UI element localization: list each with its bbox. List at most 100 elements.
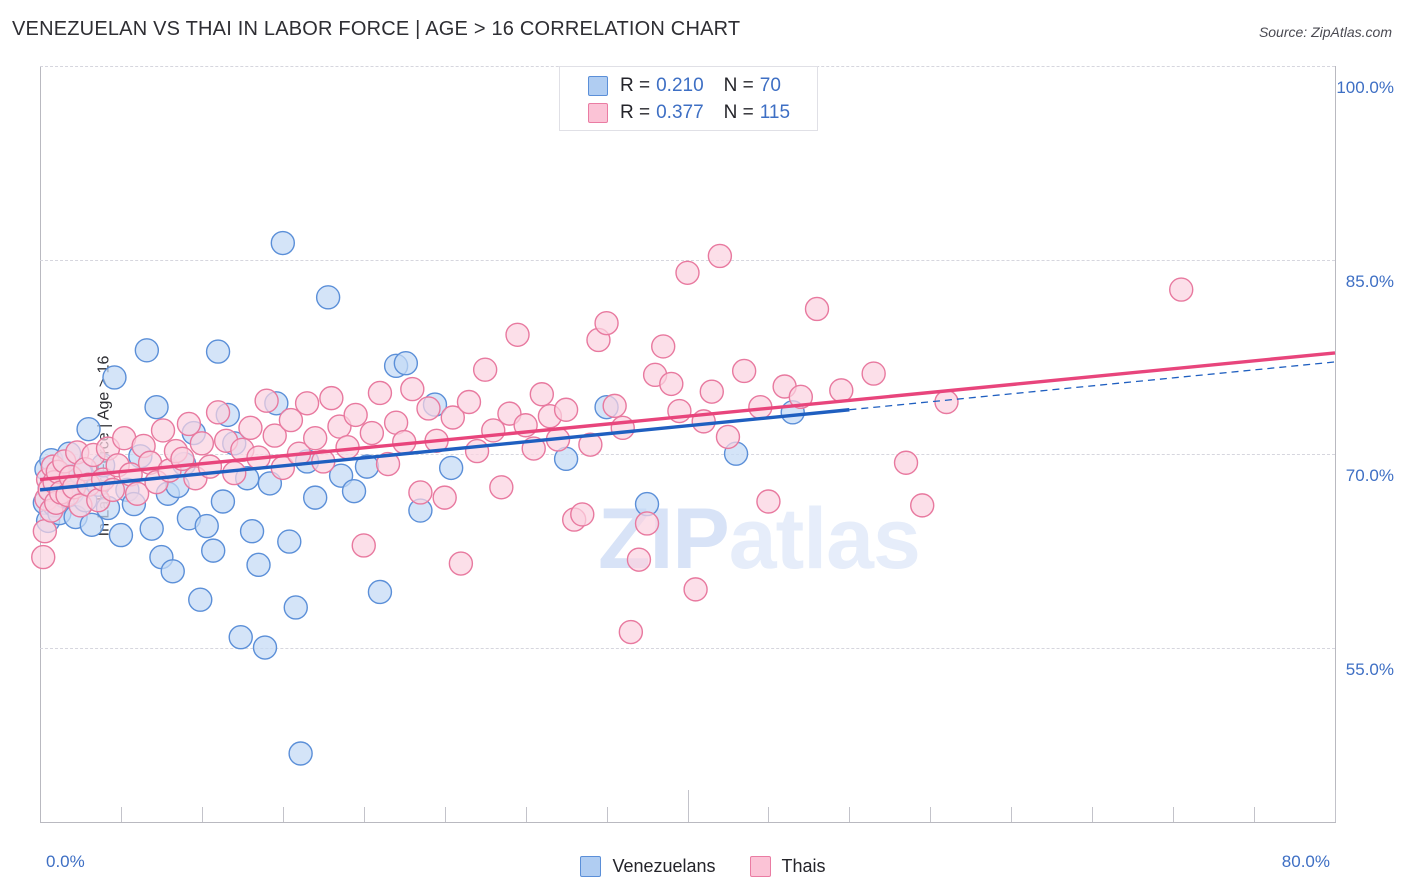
data-point: [283, 595, 308, 620]
x-axis-min-label: 0.0%: [46, 852, 85, 871]
data-point: [319, 385, 344, 411]
data-point: [448, 551, 474, 576]
legend-swatch-blue: [588, 76, 608, 96]
data-point: [529, 382, 555, 407]
data-point: [351, 533, 376, 558]
x-tick-40: [687, 790, 689, 822]
x-tick-50: [849, 807, 851, 822]
x-tick-70: [1173, 807, 1175, 822]
data-point: [76, 416, 101, 442]
data-point: [288, 741, 313, 766]
x-tick-20: [363, 807, 365, 822]
y-tick-label-1: 85.0%: [1345, 271, 1394, 291]
data-point: [651, 334, 676, 359]
legend-n-value-2: 115: [759, 102, 791, 123]
data-point: [108, 522, 134, 548]
x-tick-65: [1092, 807, 1094, 822]
data-point: [31, 544, 56, 570]
data-point: [432, 485, 457, 510]
data-point: [1169, 277, 1194, 302]
scatter-points-layer: [31, 230, 1336, 766]
data-point: [359, 420, 385, 446]
data-point: [239, 519, 265, 544]
correlation-chart: VENEZUELAN VS THAI IN LABOR FORCE | AGE …: [0, 0, 1406, 892]
legend-item-thais[interactable]: Thais: [749, 855, 826, 877]
data-point: [756, 489, 781, 514]
data-point: [367, 579, 393, 605]
data-point: [505, 322, 530, 347]
legend-r-value-1: 0.210: [656, 75, 704, 96]
data-point: [189, 431, 215, 456]
data-point: [367, 380, 393, 406]
x-tick-10: [201, 807, 203, 822]
legend-color-swatch-thais: [749, 855, 771, 877]
plot-bottom-border: [40, 822, 1336, 823]
data-point: [804, 296, 830, 322]
data-point: [715, 424, 741, 450]
legend-color-swatch-venezuelans: [580, 855, 602, 877]
legend-r-label-2: R =: [620, 102, 651, 123]
data-point: [134, 338, 160, 363]
legend-item-venezuelans[interactable]: Venezuelans: [580, 855, 716, 877]
data-point: [472, 357, 498, 382]
data-point: [393, 351, 419, 376]
data-point: [861, 361, 886, 386]
x-tick-75: [1254, 807, 1256, 822]
data-point: [252, 635, 278, 660]
data-point: [464, 438, 490, 464]
y-tick-label-0: 100.0%: [1336, 78, 1394, 97]
x-axis-max-label: 80.0%: [1281, 852, 1330, 871]
y-tick-label-3: 55.0%: [1345, 659, 1394, 679]
legend-swatch-pink: [588, 103, 608, 123]
data-point: [150, 418, 176, 443]
source-attribution: Source: ZipAtlas.com: [1258, 24, 1392, 40]
data-point: [408, 480, 433, 505]
correlation-legend: R = 0.210 N = 70 R = 0.377 N = 115: [559, 66, 818, 131]
data-point: [659, 371, 684, 397]
data-point: [341, 478, 367, 504]
legend-r-label-1: R =: [620, 75, 651, 96]
x-tick-30: [525, 807, 527, 822]
legend-n-label-2: N =: [723, 102, 754, 123]
data-point: [400, 376, 425, 402]
trendline-venezuelans-extension: [849, 361, 1336, 411]
data-point: [416, 396, 441, 421]
data-point: [634, 511, 660, 536]
data-point: [205, 339, 231, 364]
data-point: [626, 547, 652, 572]
data-point: [32, 519, 58, 544]
data-point: [553, 397, 579, 422]
plot-area: ZIPatlas: [31, 66, 1336, 822]
data-point: [315, 285, 341, 310]
data-point: [594, 310, 619, 336]
legend-label-thais: Thais: [781, 855, 826, 876]
data-point: [489, 475, 514, 500]
data-point: [277, 529, 302, 554]
data-point: [456, 389, 482, 415]
legend-label-venezuelans: Venezuelans: [612, 855, 716, 876]
data-point: [302, 425, 328, 451]
data-point: [228, 625, 253, 650]
x-tick-80: [1335, 790, 1336, 822]
data-point: [934, 389, 959, 415]
data-point: [144, 394, 169, 420]
data-point: [699, 379, 724, 404]
series-thais: [31, 243, 1194, 645]
data-point: [302, 485, 328, 510]
data-point: [246, 552, 271, 578]
x-tick-35: [606, 807, 608, 822]
data-point: [683, 577, 708, 602]
x-tick-60: [1011, 807, 1013, 822]
plot-right-border: [1335, 66, 1336, 822]
data-point: [102, 365, 127, 390]
data-point: [438, 455, 464, 481]
data-point: [238, 415, 263, 441]
data-point: [139, 516, 164, 541]
data-point: [602, 393, 627, 419]
data-point: [675, 260, 700, 285]
data-point: [254, 388, 279, 413]
data-point: [910, 493, 935, 518]
legend-n-value-1: 70: [759, 75, 781, 96]
y-tick-label-2: 70.0%: [1345, 465, 1394, 485]
legend-row-venezuelans: R = 0.210 N = 70: [588, 73, 781, 99]
